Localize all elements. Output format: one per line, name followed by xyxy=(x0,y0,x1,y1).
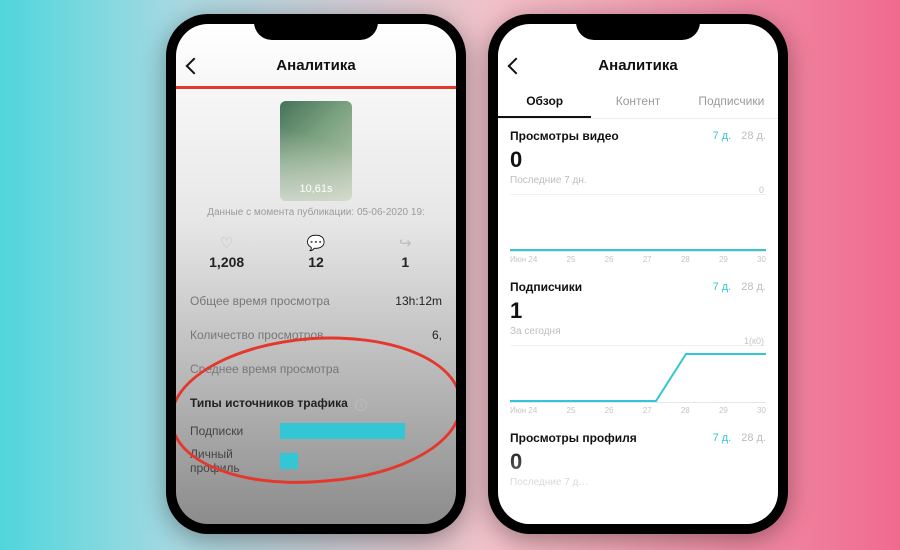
followers-sub: За сегодня xyxy=(510,326,766,337)
chart-video-views: 0 xyxy=(510,194,766,252)
heart-icon: ♡ xyxy=(182,234,271,252)
range-28d[interactable]: 28 д. xyxy=(741,281,766,293)
chevron-left-icon xyxy=(508,58,525,75)
y-label: 0 xyxy=(759,185,764,195)
traffic-label-0: Подписки xyxy=(190,424,280,438)
phone-left: Аналитика 10,61s Данные с момента публик… xyxy=(166,14,466,534)
back-button[interactable] xyxy=(506,56,526,76)
stat-comments: 💬 12 xyxy=(271,234,360,270)
traffic-heading: Типы источников трафика xyxy=(190,396,348,410)
shares-value: 1 xyxy=(361,254,450,270)
tab-overview[interactable]: Обзор xyxy=(498,86,591,118)
followers-value: 1 xyxy=(510,298,766,324)
comments-value: 12 xyxy=(271,254,360,270)
tab-followers[interactable]: Подписчики xyxy=(685,86,778,118)
watch-time-label: Общее время просмотра xyxy=(190,294,330,308)
range-28d[interactable]: 28 д. xyxy=(741,130,766,142)
traffic-bar-subscriptions: Подписки xyxy=(176,419,456,443)
page-title: Аналитика xyxy=(598,57,677,74)
watch-time-value: 13h:12m xyxy=(395,294,442,308)
chart-followers: 1(к0) xyxy=(510,345,766,403)
x-ticks: Июн 24252627282930 xyxy=(510,406,766,415)
views-label: Количество просмотров xyxy=(190,328,324,342)
page-title: Аналитика xyxy=(176,46,456,86)
traffic-label-1: Личный профиль xyxy=(190,447,280,475)
video-views-value: 0 xyxy=(510,147,766,173)
range-7d[interactable]: 7 д. xyxy=(713,432,732,444)
notch xyxy=(254,14,378,40)
video-views-sub: Последние 7 дн. xyxy=(510,175,766,186)
notch xyxy=(576,14,700,40)
phone-right: Аналитика Обзор Контент Подписчики Просм… xyxy=(488,14,788,534)
share-icon: ↪ xyxy=(361,234,450,252)
publish-meta: Данные с момента публикации: 05-06-2020 … xyxy=(176,207,456,218)
profile-views-sub: Последние 7 д… xyxy=(510,477,766,488)
traffic-heading-row: Типы источников трафика i xyxy=(176,386,456,419)
chevron-left-icon xyxy=(186,58,203,75)
row-avg-watch: Среднее время просмотра xyxy=(176,352,456,386)
video-duration: 10,61s xyxy=(280,183,352,195)
video-thumbnail[interactable]: 10,61s xyxy=(280,101,352,201)
followers-label: Подписчики xyxy=(510,280,582,294)
info-icon[interactable]: i xyxy=(355,399,367,411)
back-button[interactable] xyxy=(184,56,204,76)
avg-watch-label: Среднее время просмотра xyxy=(190,362,339,376)
screen-right: Аналитика Обзор Контент Подписчики Просм… xyxy=(498,24,778,524)
range-7d[interactable]: 7 д. xyxy=(713,281,732,293)
y-label: 1(к0) xyxy=(744,336,764,346)
profile-views-label: Просмотры профиля xyxy=(510,431,637,445)
traffic-bar-profile: Личный профиль xyxy=(176,443,456,479)
traffic-bar-0 xyxy=(280,423,405,439)
profile-views-value: 0 xyxy=(510,449,766,475)
stat-shares: ↪ 1 xyxy=(361,234,450,270)
likes-value: 1,208 xyxy=(182,254,271,270)
video-views-label: Просмотры видео xyxy=(510,129,619,143)
tab-content[interactable]: Контент xyxy=(591,86,684,118)
screen-left: Аналитика 10,61s Данные с момента публик… xyxy=(176,24,456,524)
views-value: 6, xyxy=(432,328,442,342)
range-7d[interactable]: 7 д. xyxy=(713,130,732,142)
row-watch-time: Общее время просмотра 13h:12m xyxy=(176,284,456,318)
comment-icon: 💬 xyxy=(271,234,360,252)
traffic-bar-1 xyxy=(280,453,298,469)
x-ticks: Июн 24252627282930 xyxy=(510,255,766,264)
stat-likes: ♡ 1,208 xyxy=(182,234,271,270)
row-views: Количество просмотров 6, xyxy=(176,318,456,352)
range-28d[interactable]: 28 д. xyxy=(741,432,766,444)
